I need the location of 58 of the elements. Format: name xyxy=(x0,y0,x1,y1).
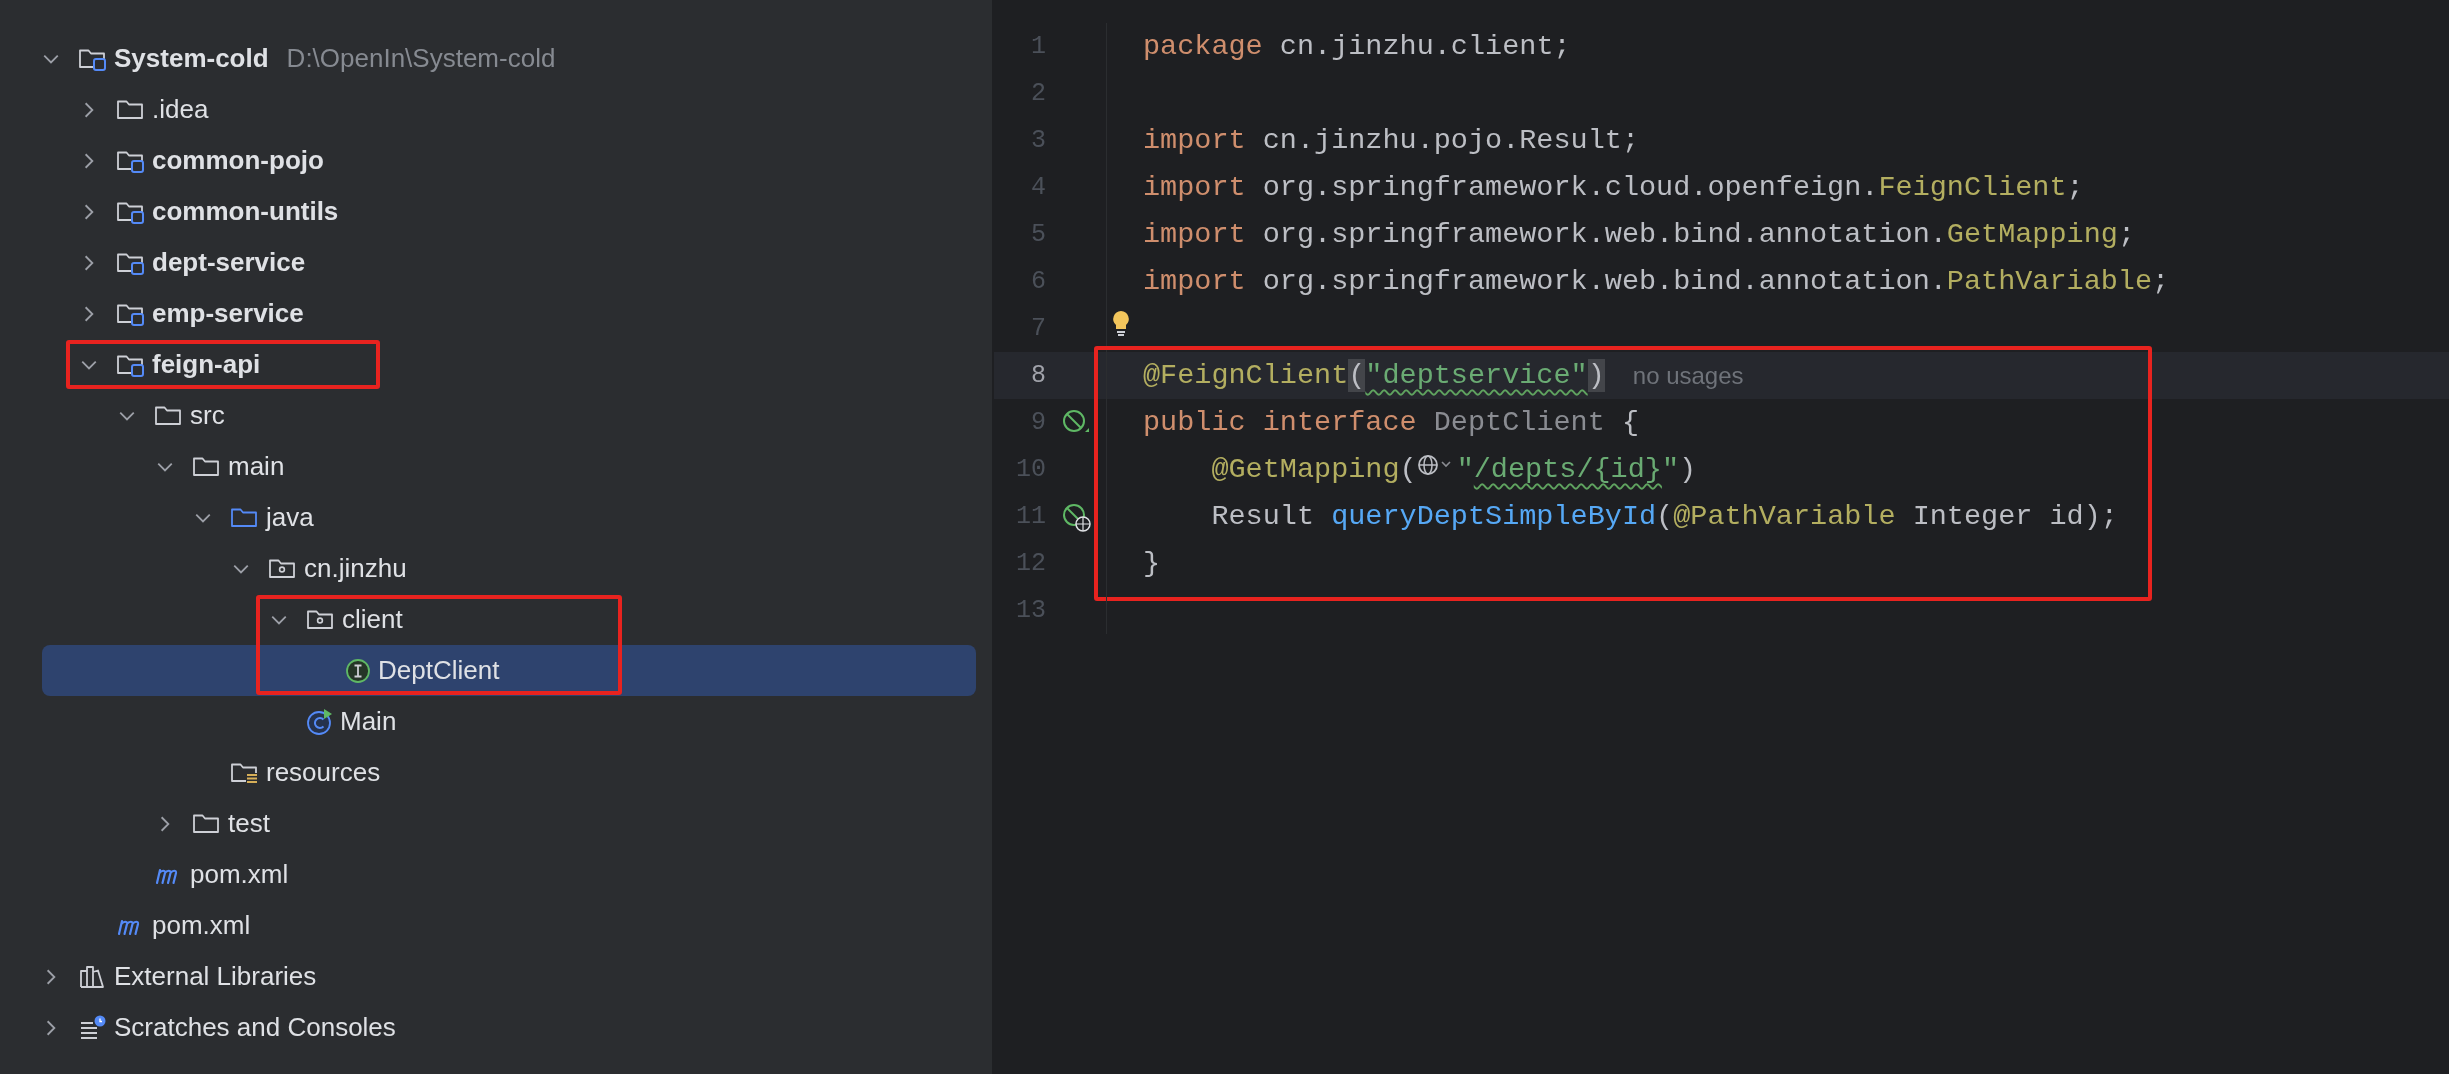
item-label: resources xyxy=(266,757,381,788)
tree-item[interactable]: test xyxy=(42,798,976,849)
tree-item[interactable]: main xyxy=(42,441,976,492)
tree-item[interactable]: feign-api xyxy=(42,339,976,390)
tree-item[interactable]: resources xyxy=(42,747,976,798)
tree-item[interactable]: java xyxy=(42,492,976,543)
item-label: System-cold xyxy=(114,43,269,74)
tree-item[interactable]: common-untils xyxy=(42,186,976,237)
item-label: common-untils xyxy=(152,196,339,227)
item-label: pom.xml xyxy=(190,859,289,890)
code-line: @GetMapping( "/depts/{id}") xyxy=(1210,453,1697,486)
item-label: Main xyxy=(340,706,397,737)
tree-item[interactable]: Main xyxy=(42,696,976,747)
tree-item[interactable]: cn.jinzhu xyxy=(42,543,976,594)
code-line: import org.springframework.web.bind.annotation.GetMapping; xyxy=(1143,218,2135,251)
interface-icon xyxy=(344,656,372,685)
item-label: pom.xml xyxy=(152,910,251,941)
item-label: cn.jinzhu xyxy=(304,553,407,584)
item-label: dept-service xyxy=(152,247,306,278)
tree-item[interactable]: External Libraries xyxy=(42,951,976,1002)
tree-item[interactable]: client xyxy=(42,594,976,645)
item-label: main xyxy=(228,451,285,482)
item-label: Scratches and Consoles xyxy=(114,1012,396,1043)
implemented-icon[interactable] xyxy=(1061,501,1091,532)
code-line: public interface DeptClient { xyxy=(1143,406,1639,439)
tree-item[interactable]: src xyxy=(42,390,976,441)
tree-item[interactable]: DeptClient xyxy=(42,645,976,696)
code-line: @FeignClient("deptservice") xyxy=(1143,359,1605,392)
tree-item[interactable]: dept-service xyxy=(42,237,976,288)
usage-hint: no usages xyxy=(1632,361,1744,390)
code-line: } xyxy=(1143,547,1161,580)
class-icon xyxy=(306,707,334,736)
scratches-icon xyxy=(78,1013,108,1042)
item-label: feign-api xyxy=(152,349,261,380)
code-line: import cn.jinzhu.pojo.Result; xyxy=(1143,124,1639,157)
project-path: D:\OpenIn\System-cold xyxy=(286,43,556,74)
tree-item[interactable]: System-cold D:\OpenIn\System-cold xyxy=(42,33,976,84)
item-label: .idea xyxy=(152,94,209,125)
item-label: External Libraries xyxy=(114,961,317,992)
item-label: test xyxy=(228,808,270,839)
code-line: Result queryDeptSimpleById(@PathVariable Integer id); xyxy=(1210,500,2118,533)
tree-item[interactable]: common-pojo xyxy=(42,135,976,186)
line-number: 8 xyxy=(1030,361,1046,390)
item-label: java xyxy=(266,502,314,533)
item-label: client xyxy=(342,604,403,635)
code-line: package cn.jinzhu.client; xyxy=(1143,30,1571,63)
code-line: import org.springframework.cloud.openfeign.FeignClient; xyxy=(1143,171,2084,204)
lightbulb-icon[interactable] xyxy=(1111,309,1131,337)
item-label: emp-service xyxy=(152,298,304,329)
tree-item[interactable]: pom.xml xyxy=(42,900,976,951)
tree-item[interactable]: pom.xml xyxy=(42,849,976,900)
code-line: import org.springframework.web.bind.annotation.PathVariable; xyxy=(1143,265,2170,298)
item-label: src xyxy=(190,400,225,431)
tree-item[interactable]: .idea xyxy=(42,84,976,135)
tree-item[interactable]: emp-service xyxy=(42,288,976,339)
item-label: DeptClient xyxy=(378,655,500,686)
tree-item[interactable]: Scratches and Consoles xyxy=(42,1002,976,1053)
item-label: common-pojo xyxy=(152,145,324,176)
